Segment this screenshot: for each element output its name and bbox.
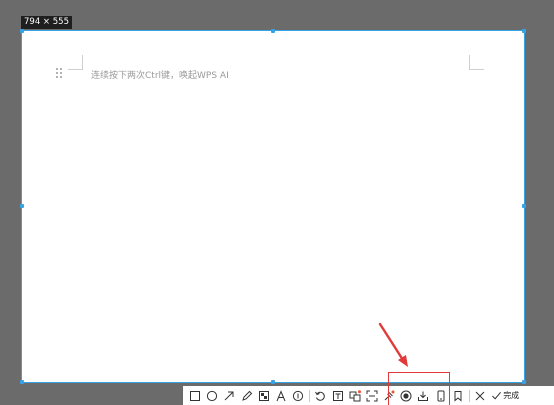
text-icon[interactable] [274,389,288,403]
page-corner-mark [68,55,83,70]
ocr-icon[interactable] [331,389,345,403]
scan-icon[interactable] [365,389,379,403]
wps-ai-hint: 连续按下两次Ctrl键，唤起WPS AI [91,71,229,81]
resize-handle-left[interactable] [20,204,24,208]
number-marker-icon[interactable] [291,389,305,403]
resize-handle-top[interactable] [271,29,275,33]
close-icon[interactable] [473,389,487,403]
mosaic-icon[interactable] [257,389,271,403]
pen-icon[interactable] [240,389,254,403]
translate-icon[interactable] [348,389,362,403]
arrow-icon[interactable] [222,389,236,403]
done-label: 完成 [503,391,520,400]
resize-handle-bottom-left[interactable] [20,380,24,384]
capture-size-label: 794 × 555 [21,16,72,29]
resize-handle-bottom[interactable] [271,380,275,384]
screenshot-toolbar: 完成 [183,386,554,405]
toolbar-divider [469,389,470,402]
resize-handle-right[interactable] [522,204,526,208]
rectangle-icon[interactable] [188,389,202,403]
highlight-annotation-box [388,372,450,405]
undo-icon[interactable] [313,389,327,403]
annotation-arrow-icon [378,322,408,367]
bookmark-icon[interactable] [451,389,465,403]
done-button[interactable]: 完成 [491,390,519,401]
toolbar-divider [309,389,311,402]
page-corner-mark [469,55,484,70]
resize-handle-bottom-right[interactable] [522,380,526,384]
capture-selection-area[interactable]: 连续按下两次Ctrl键，唤起WPS AI [22,31,524,382]
resize-handle-top-left[interactable] [20,29,24,33]
drag-handle-icon[interactable] [56,68,62,78]
checkmark-icon [492,391,502,400]
ellipse-icon[interactable] [205,389,219,403]
resize-handle-top-right[interactable] [522,29,526,33]
